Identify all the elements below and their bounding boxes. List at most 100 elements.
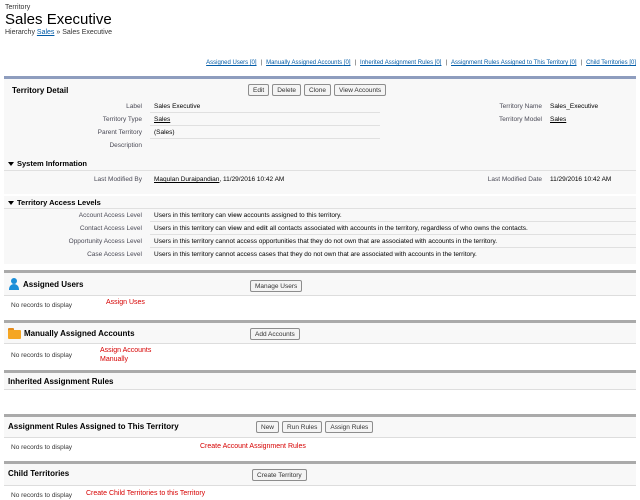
territory-type-link[interactable]: Sales [154,116,170,123]
related-body-assignment-rules: No records to display Create Account Ass… [4,437,636,455]
field-last-modified-date-key: Last Modified Date [487,176,542,183]
related-list-manually-assigned-accounts: Manually Assigned Accounts Add Accounts … [4,320,636,366]
field-parent-territory-key: Parent Territory [97,129,142,136]
manual-accounts-title-text: Manually Assigned Accounts [24,329,135,338]
manage-users-button[interactable]: Manage Users [250,280,303,292]
contact-access-bold-view: view [227,225,242,232]
page-title: Sales Executive [5,11,112,28]
edit-button[interactable]: Edit [248,84,270,96]
related-list-inherited-assignment-rules: Inherited Assignment Rules [4,370,636,409]
field-territory-name-key: Territory Name [499,103,542,110]
account-access-text: Users in this territory can [154,212,228,219]
detail-button-row: Edit Delete Clone View Accounts [248,84,387,96]
contact-access-text-end: all contacts associated with accounts in… [267,225,528,232]
run-rules-button[interactable]: Run Rules [282,421,323,433]
collapse-triangle-icon [8,162,14,167]
field-last-modified-by-value: Maqulan Duraipandian, 11/29/2016 10:42 A… [154,176,284,183]
field-last-modified-date-value-wrap: 11/29/2016 10:42 AM [550,176,611,183]
object-label: Territory [5,4,31,11]
breadcrumb-current: Sales Executive [62,29,113,36]
last-modified-by-time: , 11/29/2016 10:42 AM [219,176,285,183]
field-description-key: Description [109,142,142,149]
related-body-inherited-rules [4,389,636,409]
field-last-modified-by-key: Last Modified By [93,176,142,183]
related-title-assignment-rules: Assignment Rules Assigned to This Territ… [8,422,179,431]
annotation-assign-accounts-manually: Assign Accounts Manually [100,346,151,364]
field-divider [150,234,636,235]
link-manually-assigned-accounts[interactable]: Manually Assigned Accounts [0] [266,60,350,66]
field-label-key: Label [126,103,142,110]
no-records-message: No records to display [11,492,73,499]
field-contact-access-key: Contact Access Level [79,225,142,232]
section-title-territory-detail: Territory Detail [12,86,69,95]
related-body-manual-accounts: No records to display Assign Accounts Ma… [4,343,636,366]
annotation-create-child-territories: Create Child Territories to this Territo… [86,490,206,497]
user-icon [8,278,20,290]
hierarchy-label: Hierarchy [5,29,35,36]
field-parent-territory-value-wrap: (Sales) [154,129,175,136]
annotation-assign-users: Assign Uses [106,299,145,306]
field-case-access-value: Users in this territory cannot access ca… [154,251,477,258]
view-accounts-button[interactable]: View Accounts [333,84,387,96]
related-title-child-territories: Child Territories [8,469,70,478]
field-account-access-value: Users in this territory can view account… [154,212,342,219]
related-title-assigned-users: Assigned Users [8,278,83,290]
case-access-text: Users in this territory cannot access ca… [154,251,477,258]
related-list-assigned-users: Assigned Users Manage Users No records t… [4,270,636,316]
section-divider [4,208,636,209]
section-toggle-access-levels[interactable]: Territory Access Levels [8,198,101,207]
field-territory-type-value-wrap: Sales [154,116,170,123]
annotation-create-assignment-rules: Create Account Assignment Rules [200,443,306,450]
folder-icon [8,328,21,339]
no-records-message: No records to display [11,352,73,359]
field-divider [150,138,380,139]
related-title-manually-assigned-accounts: Manually Assigned Accounts [8,328,135,339]
link-inherited-assignment-rules[interactable]: Inherited Assignment Rules [0] [360,60,441,66]
account-access-text-end: accounts assigned to this territory. [241,212,342,219]
field-territory-model-key: Territory Model [499,116,542,123]
delete-button[interactable]: Delete [272,84,301,96]
annotation-line-2: Manually [100,356,129,363]
field-divider [150,221,636,222]
page-header: Territory Sales Executive Hierarchy Sale… [5,4,112,36]
field-divider [150,247,636,248]
field-territory-type-key: Territory Type [102,116,142,123]
field-contact-access-value: Users in this territory can view and edi… [154,225,528,232]
breadcrumb: Hierarchy Sales » Sales Executive [5,29,112,36]
section-title-access-levels: Territory Access Levels [17,198,101,207]
field-parent-territory-value: (Sales) [154,129,175,136]
related-list-hover-links: Assigned Users [0] | Manually Assigned Acc… [206,60,636,66]
create-territory-button[interactable]: Create Territory [252,469,307,481]
clone-button[interactable]: Clone [304,84,331,96]
field-label-value: Sales Executive [154,103,201,110]
field-opportunity-access-value: Users in this territory cannot access op… [154,238,497,245]
no-records-message: No records to display [11,302,73,309]
related-title-inherited-rules: Inherited Assignment Rules [8,377,114,386]
link-child-territories[interactable]: Child Territories [0] [586,60,636,66]
field-divider [150,125,380,126]
related-list-assignment-rules: Assignment Rules Assigned to This Territ… [4,414,636,455]
section-toggle-system-information[interactable]: System Information [8,159,87,168]
field-territory-name-value: Sales_Executive [550,103,599,110]
related-list-child-territories: Child Territories Create Territory No re… [4,461,636,500]
opportunity-access-text: Users in this territory cannot access op… [154,238,498,245]
breadcrumb-link-sales[interactable]: Sales [37,29,55,36]
no-records-message: No records to display [11,444,73,451]
field-territory-model-value-wrap: Sales [550,116,566,123]
territory-model-link[interactable]: Sales [550,116,566,123]
account-access-bold: view [227,212,242,219]
last-modified-by-user-link[interactable]: Maqulan Duraipandian [154,176,219,183]
contact-access-text: Users in this territory can [154,225,228,232]
link-assigned-users[interactable]: Assigned Users [0] [206,60,256,66]
add-accounts-button[interactable]: Add Accounts [250,328,300,340]
link-assignment-rules-assigned[interactable]: Assignment Rules Assigned to This Territ… [451,60,577,66]
field-case-access-key: Case Access Level [87,251,142,258]
assignment-rules-button-row: New Run Rules Assign Rules [256,421,374,433]
field-label-value-wrap: Sales Executive [154,103,200,110]
territory-access-levels-section: Territory Access Levels Account Access L… [4,196,636,264]
assigned-users-title-text: Assigned Users [23,279,84,289]
new-rule-button[interactable]: New [256,421,280,433]
collapse-triangle-icon [8,201,14,206]
field-opportunity-access-key: Opportunity Access Level [68,238,142,245]
assign-rules-button[interactable]: Assign Rules [325,421,374,433]
